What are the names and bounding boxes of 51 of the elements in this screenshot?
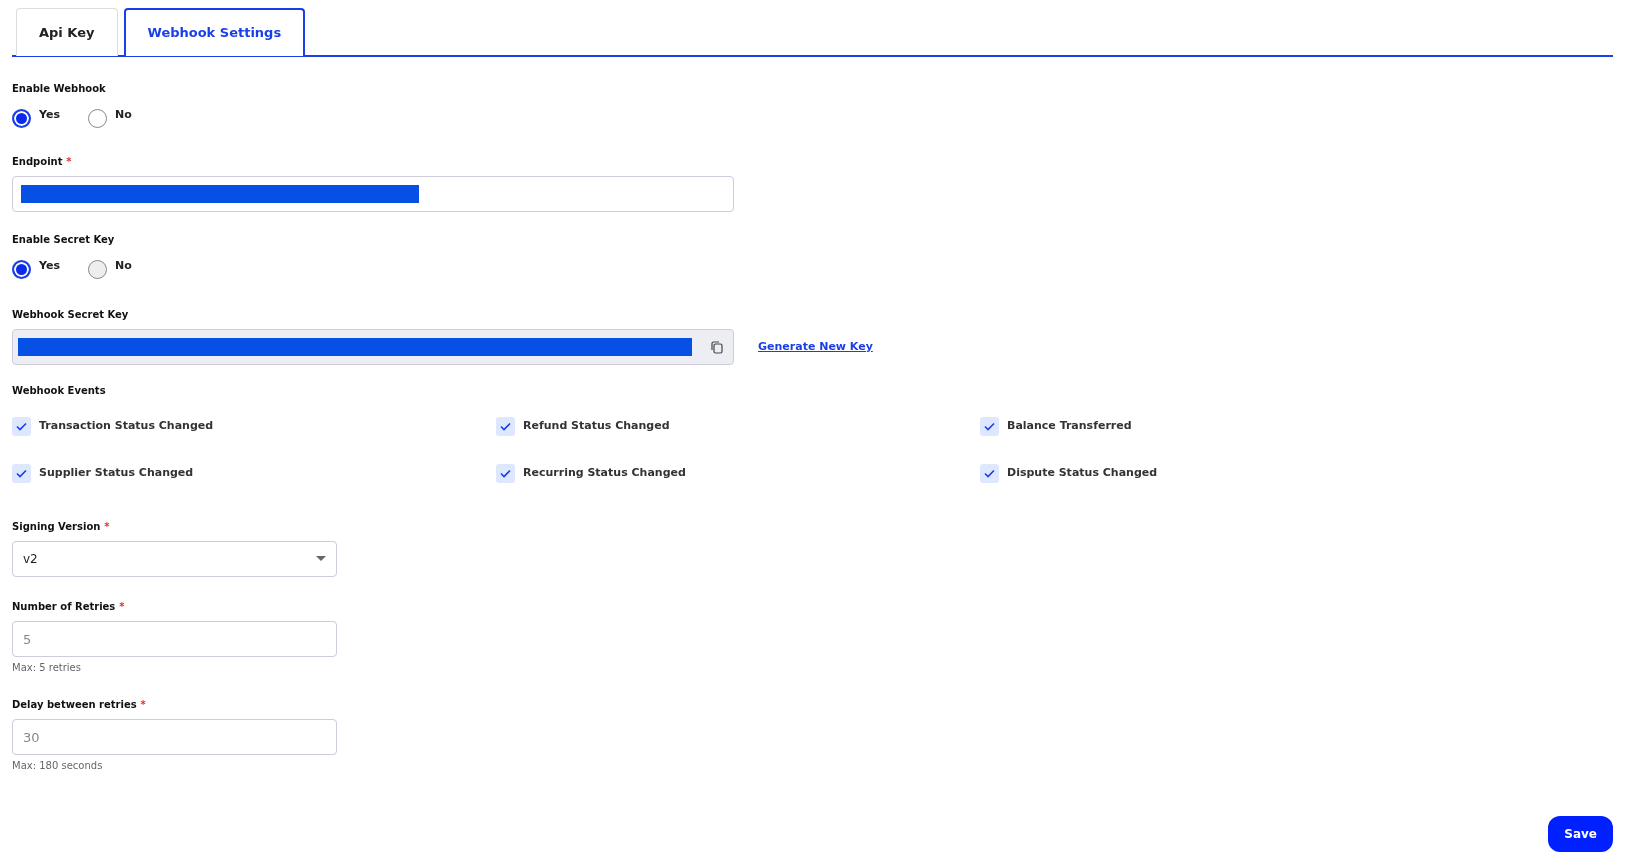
field-label: Delay between retries [12, 699, 137, 710]
input-field[interactable]: 5 [12, 621, 337, 657]
check-icon [16, 422, 27, 431]
radio-label: Yes [39, 258, 60, 274]
caret-icon [316, 556, 326, 562]
checkbox[interactable] [12, 417, 31, 436]
field-label: Number of Retries [12, 601, 116, 612]
field-label: Enable Webhook [12, 83, 106, 94]
input-field[interactable] [12, 176, 734, 212]
checkbox-label: Refund Status Changed [523, 418, 670, 435]
checkbox-label: Recurring Status Changed [523, 465, 686, 482]
radio-label: Yes [39, 107, 60, 123]
checkbox-label: Transaction Status Changed [39, 418, 214, 435]
field-label: Signing Version [12, 521, 101, 532]
required-mark: * [119, 601, 125, 612]
radio-button[interactable] [12, 260, 31, 279]
input-field[interactable]: 30 [12, 719, 337, 755]
required-mark: * [66, 156, 72, 167]
select-value: v2 [23, 551, 38, 568]
radio-button[interactable] [12, 109, 31, 128]
tab[interactable]: Webhook Settings [123, 8, 306, 56]
checkbox-label: Dispute Status Changed [1007, 465, 1158, 482]
save-button[interactable]: Save [1548, 816, 1613, 852]
generate-key-link[interactable]: Generate New Key [758, 338, 873, 356]
radio-button[interactable] [87, 109, 107, 128]
required-mark: * [104, 521, 110, 532]
checkbox[interactable] [496, 464, 515, 483]
field-label: Enable Secret Key [12, 234, 115, 245]
input-field[interactable] [12, 329, 734, 365]
checkbox[interactable] [980, 464, 999, 483]
check-icon [500, 469, 511, 478]
field-label: Webhook Events [12, 385, 106, 396]
checkbox[interactable] [12, 464, 31, 483]
checkbox-label: Balance Transferred [1007, 418, 1132, 435]
required-mark: * [140, 699, 146, 710]
check-icon [984, 469, 995, 478]
checkbox-label: Supplier Status Changed [39, 465, 194, 482]
copy-icon[interactable] [711, 340, 723, 354]
check-icon [16, 469, 27, 478]
radio-label: No [114, 258, 132, 274]
field-label: Webhook Secret Key [12, 309, 129, 320]
checkbox[interactable] [980, 417, 999, 436]
tab[interactable]: Api Key [16, 8, 118, 56]
check-icon [500, 422, 511, 431]
radio-label: No [114, 107, 132, 123]
help-text: Max: 5 retries [12, 661, 81, 675]
check-icon [984, 422, 995, 431]
field-label: Endpoint [12, 156, 63, 167]
select-field[interactable]: v2 [12, 541, 337, 577]
help-text: Max: 180 seconds [12, 759, 103, 773]
checkbox[interactable] [496, 417, 515, 436]
